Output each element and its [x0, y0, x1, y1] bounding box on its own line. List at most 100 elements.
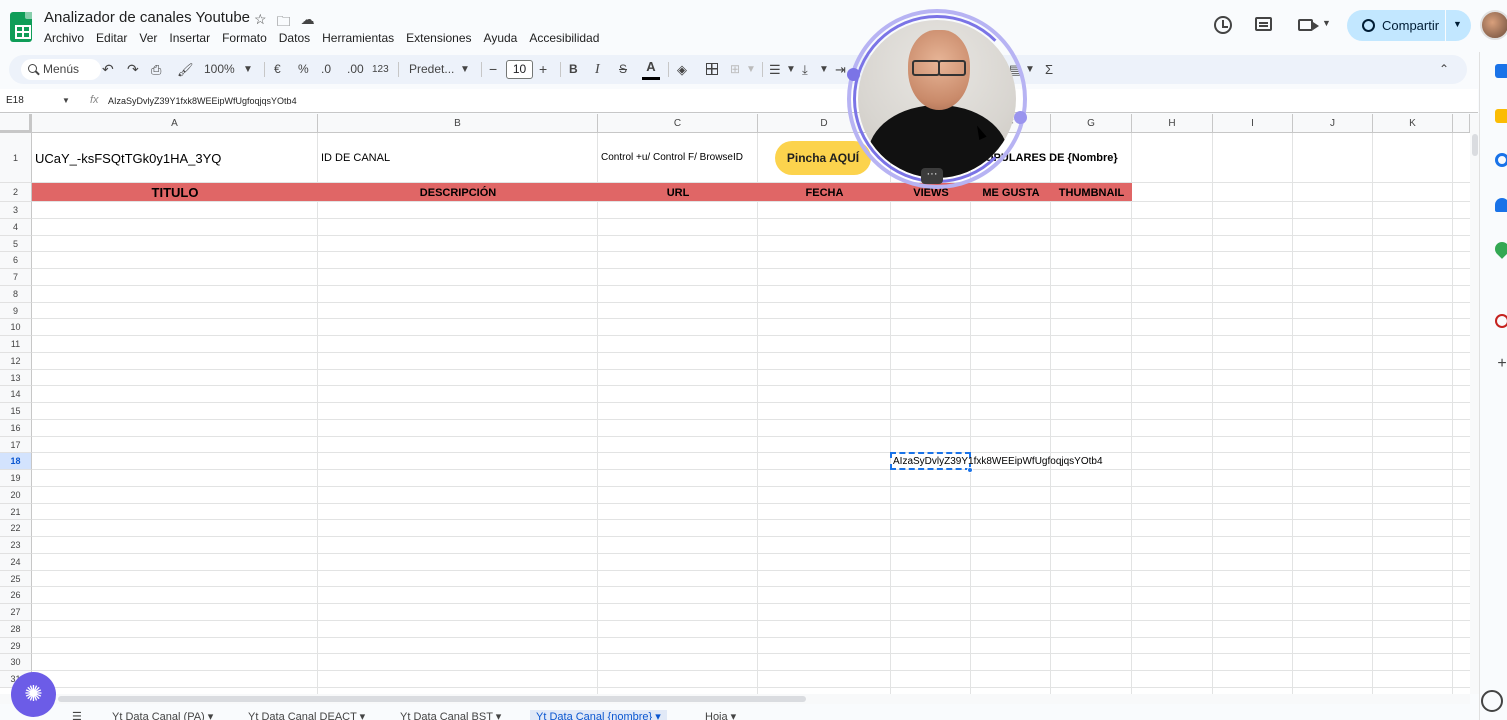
column-header-c[interactable]: C — [598, 114, 758, 133]
fill-color-icon[interactable]: ◈ — [677, 55, 687, 84]
redo-icon[interactable]: ↷ — [127, 55, 139, 84]
row-header[interactable]: 21 — [0, 503, 32, 521]
print-icon[interactable]: ⎙ — [151, 55, 161, 84]
menu-ayuda[interactable]: Ayuda — [478, 31, 524, 45]
webcam-overlay[interactable] — [858, 20, 1016, 178]
more-options-icon[interactable]: ··· — [921, 168, 943, 184]
row-header[interactable]: 25 — [0, 570, 32, 588]
row-header[interactable]: 28 — [0, 620, 32, 638]
vertical-scrollbar[interactable] — [1470, 114, 1479, 694]
column-header-g[interactable]: G — [1051, 114, 1132, 133]
decrease-decimal-button[interactable]: .0 — [321, 55, 331, 84]
collapse-toolbar-icon[interactable]: ⌃ — [1439, 55, 1449, 84]
row-header[interactable]: 1 — [0, 133, 32, 183]
row-header[interactable]: 18 — [0, 453, 32, 470]
column-header-l[interactable] — [1453, 114, 1470, 133]
text-color-button[interactable]: A — [642, 59, 660, 80]
sheet-tab[interactable]: Yt Data Canal DEACT ▾ — [248, 710, 365, 720]
meet-icon[interactable] — [1298, 19, 1319, 31]
text-wrap-icon[interactable]: ⇥ — [835, 55, 846, 84]
row-header[interactable]: 29 — [0, 637, 32, 655]
menu-ver[interactable]: Ver — [133, 31, 163, 45]
add-icon[interactable]: + — [1495, 356, 1507, 372]
row-header[interactable]: 11 — [0, 336, 32, 353]
menu-extensiones[interactable]: Extensiones — [400, 31, 477, 45]
column-header-h[interactable]: H — [1132, 114, 1213, 133]
borders-icon[interactable] — [706, 63, 718, 75]
menu-datos[interactable]: Datos — [273, 31, 316, 45]
row-header[interactable]: 8 — [0, 285, 32, 303]
column-header-b[interactable]: B — [318, 114, 598, 133]
more-formats-button[interactable]: 123 — [372, 55, 389, 84]
sheet-tab[interactable]: Yt Data Canal BST ▾ — [400, 710, 501, 720]
chevron-down-icon[interactable]: ▼ — [746, 55, 756, 84]
row-header[interactable]: 23 — [0, 537, 32, 554]
chevron-down-icon[interactable]: ▼ — [1322, 18, 1331, 28]
header-titulo[interactable]: TITULO — [32, 185, 318, 200]
vertical-align-icon[interactable]: ⤓ — [802, 55, 808, 84]
pincha-aqui-button[interactable]: Pincha AQUÍ — [775, 141, 871, 175]
undo-icon[interactable]: ↶ — [102, 55, 114, 84]
column-header-k[interactable]: K — [1373, 114, 1453, 133]
row-header[interactable]: 16 — [0, 419, 32, 437]
header-fecha[interactable]: FECHA — [758, 187, 891, 199]
contacts-icon[interactable] — [1495, 198, 1507, 212]
header-descripcion[interactable]: DESCRIPCIÓN — [318, 187, 598, 199]
italic-button[interactable]: I — [595, 55, 600, 84]
chevron-down-icon[interactable]: ▼ — [62, 96, 70, 105]
menu-search-input[interactable]: Menús — [21, 59, 101, 80]
percent-button[interactable]: % — [298, 55, 309, 84]
chevron-down-icon[interactable]: ▼ — [243, 55, 253, 84]
sheets-logo-icon[interactable] — [10, 12, 32, 42]
select-all-corner[interactable] — [0, 114, 32, 133]
chevron-down-icon[interactable]: ▼ — [460, 55, 470, 84]
menu-insertar[interactable]: Insertar — [163, 31, 216, 45]
scroll-thumb[interactable] — [58, 696, 806, 702]
strikethrough-button[interactable]: S — [619, 55, 627, 84]
tasks-icon[interactable] — [1495, 153, 1507, 167]
currency-button[interactable]: € — [274, 55, 281, 84]
row-header[interactable]: 9 — [0, 302, 32, 320]
cell-e18[interactable]: AIzaSyDvlyZ39Y1fxk8WEEipWfUgfoqjqsYOtb4 — [893, 456, 1103, 467]
row-header[interactable]: 19 — [0, 470, 32, 487]
history-icon[interactable] — [1214, 16, 1232, 34]
row-header[interactable]: 2 — [0, 183, 32, 202]
header-thumbnail[interactable]: THUMBNAIL — [1051, 187, 1132, 199]
row-header[interactable]: 20 — [0, 486, 32, 504]
menu-formato[interactable]: Formato — [216, 31, 273, 45]
chevron-down-icon[interactable]: ▼ — [786, 55, 796, 84]
paint-format-icon[interactable]: 🖌 — [177, 55, 194, 84]
sheet-tab[interactable]: Hoja ▾ — [705, 710, 736, 720]
row-header[interactable]: 7 — [0, 269, 32, 286]
menu-archivo[interactable]: Archivo — [44, 31, 90, 45]
row-header[interactable]: 14 — [0, 386, 32, 403]
all-sheets-icon[interactable]: ☰ — [72, 710, 82, 720]
column-header-j[interactable]: J — [1293, 114, 1373, 133]
row-header[interactable]: 13 — [0, 369, 32, 387]
row-header[interactable]: 12 — [0, 352, 32, 370]
calendar-icon[interactable] — [1495, 64, 1507, 78]
row-header[interactable]: 3 — [0, 202, 32, 219]
maps-icon[interactable] — [1492, 239, 1507, 259]
font-size-input[interactable]: 10 — [506, 60, 533, 79]
increase-font-size-button[interactable]: + — [539, 55, 547, 84]
assistant-icon[interactable] — [1481, 690, 1503, 712]
row-header[interactable]: 6 — [0, 252, 32, 269]
horizontal-align-icon[interactable]: ☰ — [769, 55, 781, 84]
avatar[interactable] — [1480, 10, 1507, 40]
decrease-font-size-button[interactable]: − — [489, 55, 497, 84]
chevron-down-icon[interactable]: ▼ — [819, 55, 829, 84]
name-box[interactable]: E18 — [6, 95, 24, 106]
row-header[interactable]: 30 — [0, 654, 32, 671]
document-title[interactable]: Analizador de canales Youtube — [44, 9, 250, 26]
fill-handle[interactable] — [967, 467, 973, 473]
formula-input[interactable]: AIzaSyDvlyZ39Y1fxk8WEEipWfUgfoqjqsYOtb4 — [108, 96, 297, 106]
row-header[interactable]: 10 — [0, 319, 32, 336]
header-me-gusta[interactable]: ME GUSTA — [971, 187, 1051, 199]
resize-handle[interactable] — [847, 68, 860, 81]
share-button[interactable]: Compartir ▼ — [1347, 10, 1471, 41]
row-header[interactable]: 4 — [0, 218, 32, 236]
menu-accesibilidad[interactable]: Accesibilidad — [523, 31, 605, 45]
row-header[interactable]: 15 — [0, 403, 32, 420]
cell-b1[interactable]: ID DE CANAL — [321, 152, 390, 164]
